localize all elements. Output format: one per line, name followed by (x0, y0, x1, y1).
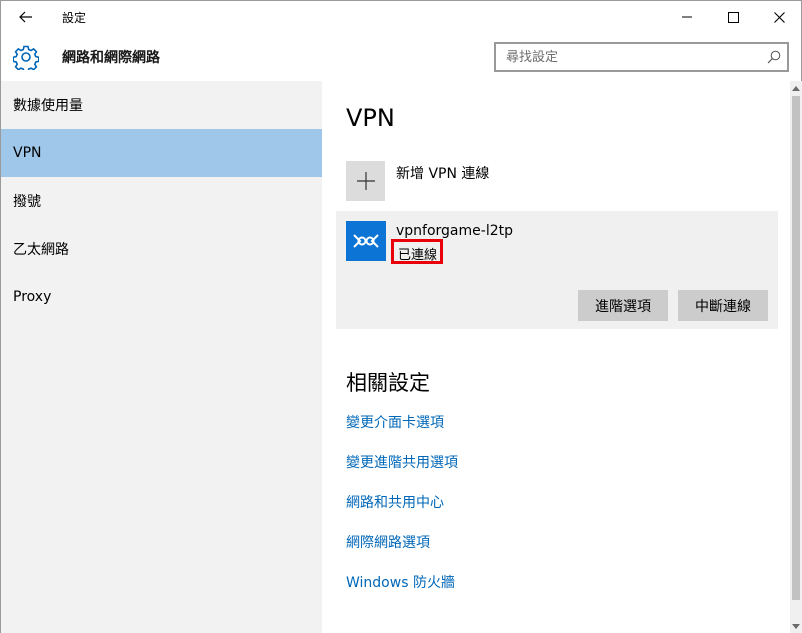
back-arrow-icon (19, 11, 32, 23)
sidebar-item-label: 乙太網路 (13, 242, 69, 258)
scroll-thumb[interactable] (792, 96, 800, 600)
advanced-options-button[interactable]: 進階選項 (578, 290, 668, 321)
minimize-button[interactable] (664, 1, 710, 33)
chevron-down-icon (792, 623, 800, 629)
link-internet-options[interactable]: 網際網路選項 (346, 532, 430, 552)
maximize-button[interactable] (710, 1, 756, 33)
section-title-vpn: VPN (346, 104, 395, 132)
close-button[interactable] (756, 1, 802, 33)
gear-icon (13, 45, 39, 70)
sidebar: 數據使用量 VPN 撥號 乙太網路 Proxy (1, 81, 322, 633)
sidebar-item-data-usage[interactable]: 數據使用量 (1, 81, 322, 129)
scrollbar[interactable] (790, 81, 802, 633)
minimize-icon (682, 16, 692, 18)
vpn-connection-name: vpnforgame-l2tp (396, 223, 513, 239)
chevron-up-icon (792, 85, 800, 91)
settings-header: 網路和網際網路 (1, 33, 801, 81)
sidebar-item-label: 撥號 (13, 194, 41, 210)
sidebar-item-ethernet[interactable]: 乙太網路 (1, 225, 322, 273)
search-box[interactable] (494, 42, 789, 72)
sidebar-item-label: Proxy (13, 289, 52, 305)
sidebar-item-label: VPN (13, 145, 42, 161)
related-settings-title: 相關設定 (346, 371, 430, 395)
scroll-down-button[interactable] (790, 619, 802, 633)
link-change-advanced-sharing[interactable]: 變更進階共用選項 (346, 452, 458, 472)
vpn-connection-card[interactable]: vpnforgame-l2tp 已連線 進階選項 中斷連線 (336, 211, 778, 329)
vpn-link-icon (353, 234, 379, 248)
add-vpn-label[interactable]: 新增 VPN 連線 (396, 163, 489, 183)
add-vpn-connection[interactable]: 新增 VPN 連線 (346, 161, 766, 201)
vpn-icon (346, 221, 386, 261)
link-network-sharing-center[interactable]: 網路和共用中心 (346, 492, 444, 512)
link-change-adapter-options[interactable]: 變更介面卡選項 (346, 412, 444, 432)
plus-icon (356, 172, 375, 190)
search-icon[interactable] (767, 50, 781, 64)
add-button[interactable] (346, 161, 385, 201)
search-input[interactable] (496, 44, 758, 70)
vpn-status-badge: 已連線 (391, 239, 444, 264)
maximize-icon (727, 11, 739, 23)
back-button[interactable] (9, 5, 43, 29)
disconnect-button[interactable]: 中斷連線 (678, 290, 768, 321)
link-windows-firewall[interactable]: Windows 防火牆 (346, 572, 455, 592)
sidebar-item-dial-up[interactable]: 撥號 (1, 177, 322, 225)
sidebar-item-proxy[interactable]: Proxy (1, 273, 322, 321)
page-title: 網路和網際網路 (62, 50, 160, 66)
title-bar: 設定 (1, 1, 801, 33)
sidebar-item-label: 數據使用量 (13, 98, 83, 114)
close-icon (773, 11, 785, 23)
scroll-up-button[interactable] (790, 81, 802, 95)
sidebar-item-vpn[interactable]: VPN (1, 129, 322, 177)
settings-window: 設定 網路和網際網路 數據使用量 (0, 0, 802, 633)
main-content: VPN 新增 VPN 連線 vpnforgame-l2tp 已連線 進階選項 中… (322, 81, 790, 633)
window-title: 設定 (62, 11, 87, 25)
